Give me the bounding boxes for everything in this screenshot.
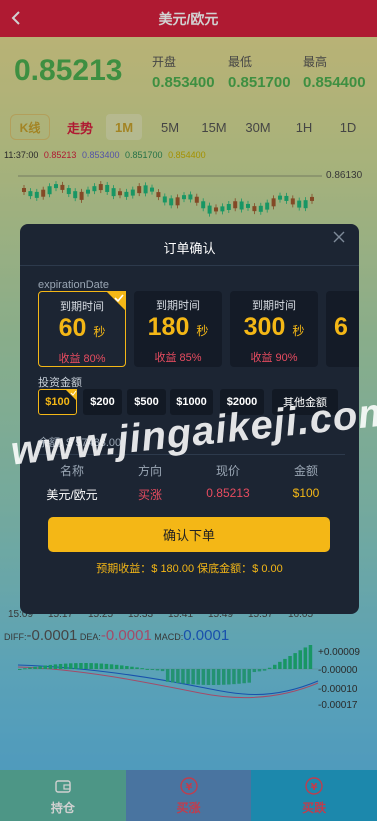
confirm-order-button[interactable]: 确认下单 — [48, 517, 330, 552]
amount-option[interactable]: $1000 — [170, 389, 213, 415]
summary-header: 金额 — [293, 464, 318, 478]
expiry-seconds-value: 300 — [243, 313, 286, 341]
expiry-yield: 收益 85% — [154, 352, 202, 364]
expiration-label: expirationDate — [38, 279, 109, 291]
expiry-seconds: 300 秒 — [230, 313, 318, 342]
expiry-seconds: 60 秒 — [39, 314, 125, 343]
divider — [20, 265, 359, 266]
check-icon — [106, 291, 126, 311]
expiry-option-300s[interactable]: 到期时间 300 秒 收益 90% — [230, 291, 318, 367]
summary-price: 0.85213 — [206, 486, 250, 500]
expiry-option-partial[interactable]: 6 — [326, 291, 359, 367]
summary-header: 方向 — [137, 464, 162, 478]
summary-name: 美元/欧元 — [46, 488, 98, 502]
expiry-unit: 秒 — [93, 325, 106, 339]
expiry-option-180s[interactable]: 到期时间 180 秒 收益 85% — [134, 291, 222, 367]
summary-direction: 买涨 — [137, 488, 162, 502]
amount-option[interactable]: $100 — [38, 389, 77, 415]
amount-label: 投资金额 — [38, 377, 82, 389]
expiry-seconds-value: 60 — [58, 314, 87, 342]
divider — [34, 454, 345, 455]
expiry-yield: 收益 90% — [250, 352, 298, 364]
expiry-seconds-value: 6 — [334, 313, 348, 341]
order-confirm-dialog: 订单确认 expirationDate 到期时间 60 秒 收益 80% 到期时… — [20, 224, 359, 614]
expiry-yield: 收益 80% — [58, 353, 106, 365]
dialog-title: 订单确认 — [163, 241, 216, 256]
check-icon — [65, 389, 77, 401]
close-icon[interactable] — [332, 230, 346, 244]
expiry-unit: 秒 — [196, 324, 209, 338]
summary-amount: $100 — [292, 486, 320, 500]
amount-value: $500 — [134, 396, 159, 408]
amount-value: $200 — [90, 396, 115, 408]
amount-option[interactable]: $2000 — [220, 389, 264, 415]
expiry-time-label: 到期时间 — [156, 300, 200, 312]
amount-value: 其他金额 — [283, 397, 327, 409]
amount-value: $2000 — [226, 396, 258, 408]
summary-header: 现价 — [215, 464, 240, 478]
amount-option[interactable]: $500 — [127, 389, 166, 415]
expiry-seconds-value: 180 — [147, 313, 190, 341]
expiry-time-label: 到期时间 — [252, 300, 296, 312]
amount-option[interactable]: $200 — [83, 389, 122, 415]
balance: 余额: $ 97488.00 — [38, 437, 122, 449]
amount-value: $1000 — [176, 396, 207, 408]
expiry-unit: 秒 — [292, 324, 305, 338]
expiry-option-60s[interactable]: 到期时间 60 秒 收益 80% — [38, 291, 126, 367]
other-amount-button[interactable]: 其他金额 — [272, 389, 338, 415]
expiry-seconds: 180 秒 — [134, 313, 222, 342]
summary-header: 名称 — [59, 464, 84, 478]
order-info: 预期收益：$ 180.00 保底金额：$ 0.00 — [96, 563, 283, 575]
